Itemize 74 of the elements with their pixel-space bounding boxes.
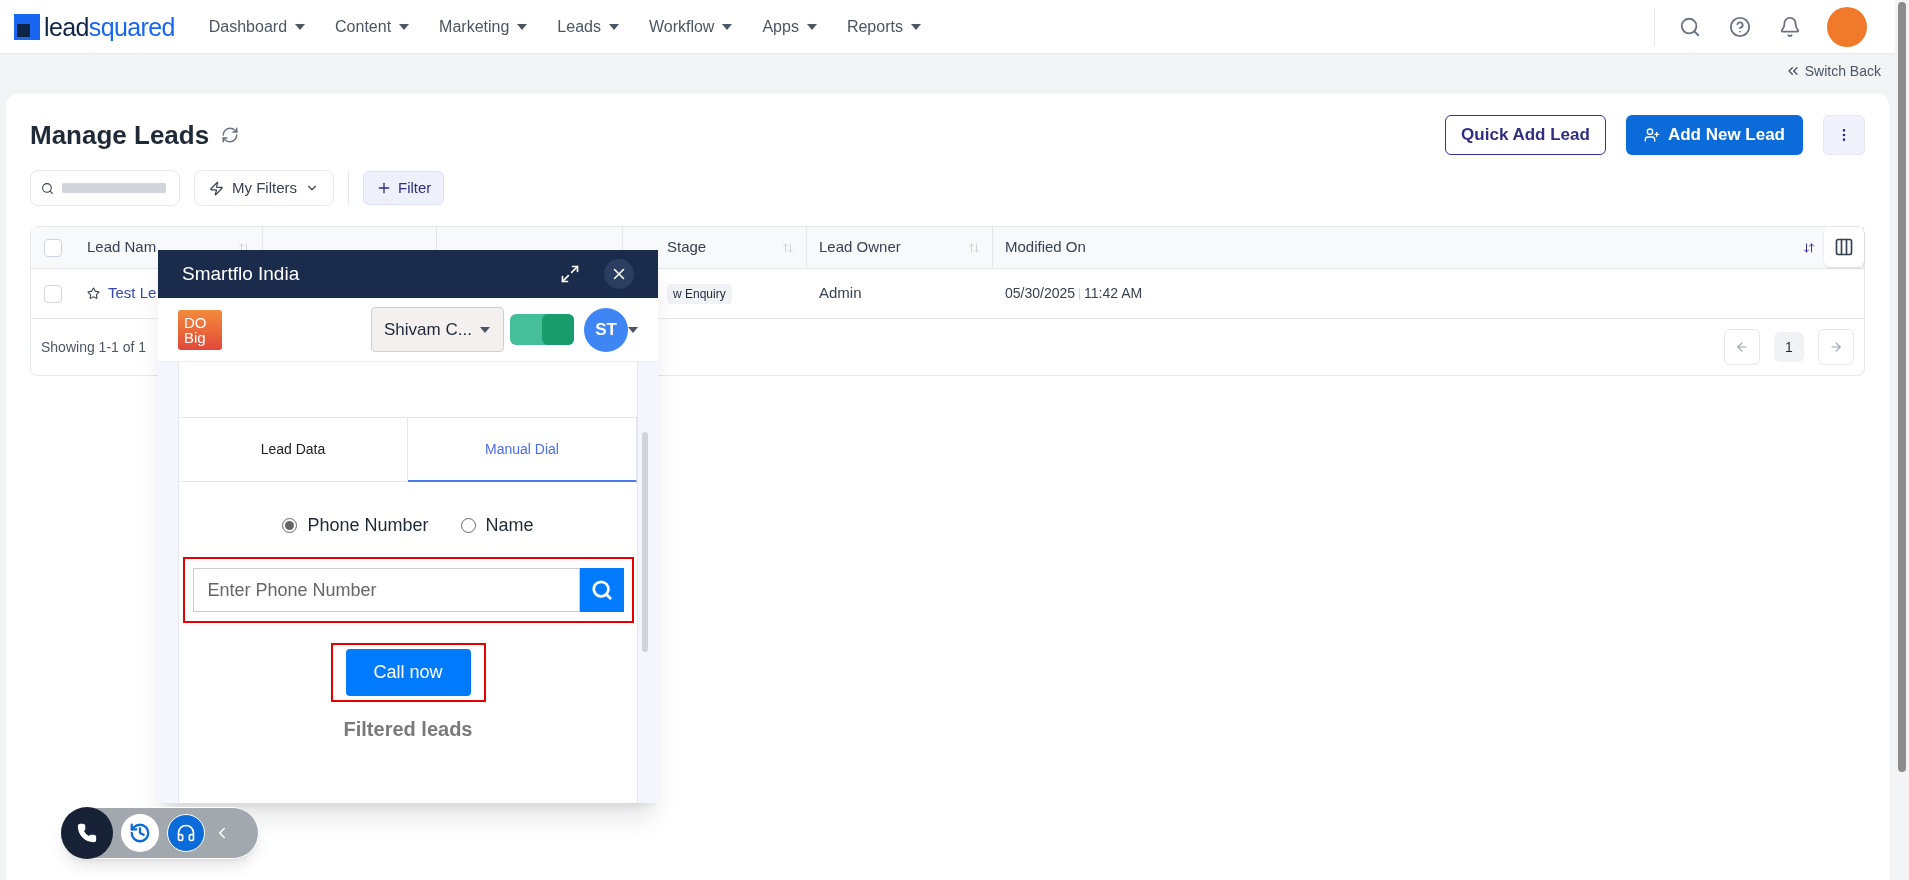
column-header[interactable]: Stage [667, 236, 707, 259]
call-now-button[interactable]: Call now [345, 649, 471, 696]
expand-icon[interactable] [560, 264, 580, 284]
nav-menu[interactable]: Apps [750, 14, 829, 39]
refresh-icon[interactable] [221, 126, 240, 144]
lightning-icon [209, 180, 224, 196]
caret-icon [399, 23, 410, 30]
headset-button[interactable] [167, 814, 205, 852]
history-button[interactable] [121, 814, 159, 852]
sort-active-icon[interactable] [1803, 241, 1815, 254]
search-field[interactable] [30, 170, 180, 206]
columns-icon [1834, 237, 1854, 257]
phone-button[interactable] [61, 807, 113, 859]
lead-name-link[interactable]: Test Le [108, 282, 157, 305]
agent-avatar[interactable]: ST [584, 307, 628, 352]
logo-line: Big [184, 329, 207, 345]
nav-menu[interactable]: Leads [545, 14, 631, 39]
quick-add-lead-button[interactable]: Quick Add Lead [1445, 115, 1606, 155]
plus-icon [376, 180, 392, 196]
caret-icon [479, 326, 490, 333]
column-header[interactable]: Modified On [1005, 236, 1086, 259]
nav-menu[interactable]: Content [323, 14, 422, 39]
caret-icon [910, 23, 921, 30]
radio-label[interactable]: Name [485, 512, 534, 539]
caret-icon [517, 23, 528, 30]
notification-bell-icon[interactable] [1779, 15, 1801, 38]
column-header[interactable]: Lead Owner [819, 236, 901, 259]
row-checkbox[interactable] [44, 284, 62, 303]
headset-icon [176, 823, 196, 843]
help-icon[interactable] [1729, 15, 1751, 38]
nav-menu[interactable]: Dashboard [196, 14, 318, 39]
caret-icon [628, 326, 638, 333]
caret-icon [608, 23, 619, 30]
owner-cell: Admin [819, 284, 862, 302]
dialer-tab[interactable]: Lead Data [179, 418, 408, 482]
radio-label[interactable]: Phone Number [307, 512, 429, 539]
add-new-lead-button[interactable]: Add New Lead [1625, 115, 1803, 155]
page-number-button[interactable]: 1 [1774, 332, 1804, 362]
search-icon [41, 181, 54, 195]
status-toggle[interactable] [510, 314, 574, 345]
filtered-leads-heading: Filtered leads [343, 717, 473, 742]
close-button[interactable] [604, 259, 634, 289]
logo-icon [14, 13, 40, 40]
logo-text: leadsquared [44, 13, 175, 40]
page-title: Manage Leads [30, 118, 210, 152]
my-filters-button[interactable]: My Filters [194, 170, 334, 206]
caret-icon [295, 23, 306, 30]
phone-icon [77, 823, 97, 843]
caret-icon [722, 23, 733, 30]
logo-line: DO [184, 314, 208, 330]
search-icon[interactable] [1679, 15, 1701, 38]
star-icon[interactable] [87, 287, 100, 300]
search-button[interactable] [579, 568, 624, 612]
column-settings-button[interactable] [1824, 227, 1864, 267]
caret-icon [806, 23, 817, 30]
time-cell-text: 11:42 AM [1084, 284, 1143, 303]
nav-menu[interactable]: Workflow [636, 14, 745, 39]
filter-button[interactable]: Filter [363, 171, 445, 205]
user-avatar[interactable] [1827, 6, 1867, 47]
history-icon [129, 822, 151, 844]
column-header[interactable]: Lead Nam [87, 236, 157, 259]
nav-menu[interactable]: Reports [834, 14, 933, 39]
agent-dropdown[interactable]: Shivam C... [371, 307, 504, 352]
user-plus-icon [1643, 127, 1660, 143]
select-all-checkbox[interactable] [44, 238, 62, 257]
date-cell-text: 05/30/2025 [1005, 284, 1076, 303]
search-icon [590, 579, 613, 601]
stage-badge: w Enquiry [667, 284, 732, 305]
showing-count: Showing 1-1 of 1 [41, 337, 147, 357]
dialer-tab[interactable]: Manual Dial [408, 418, 637, 482]
nav-menu[interactable]: Marketing [427, 14, 540, 39]
dialer-title: Smartflo India [182, 261, 300, 286]
phone-number-field[interactable]: Enter Phone Number [192, 568, 580, 612]
switch-back-link[interactable]: Switch Back [1784, 60, 1881, 82]
